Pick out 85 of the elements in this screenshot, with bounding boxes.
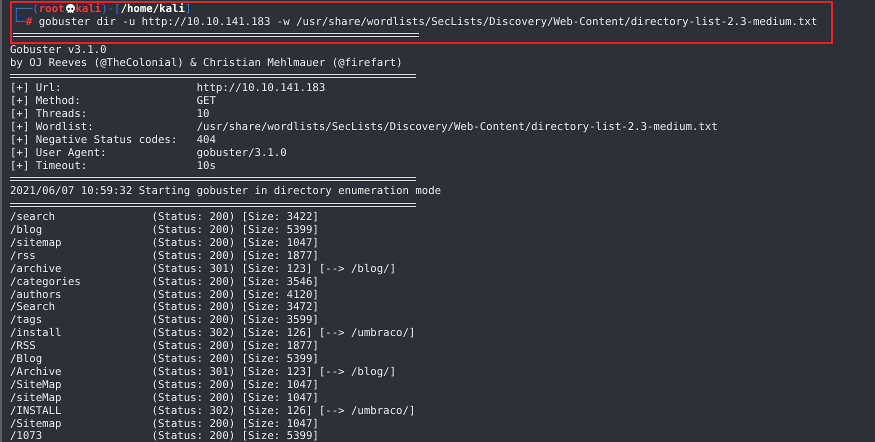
result-size: [Size: 3599]	[242, 314, 319, 328]
result-path: /Archive	[10, 366, 62, 379]
result-size: [Size: 1877]	[242, 340, 319, 354]
result-size: [Size: 3472]	[242, 301, 319, 314]
result-path: /rss	[10, 250, 37, 263]
command-text: gobuster dir -u http://10.10.141.183 -w /usr/share/wordlists/SecLists/Discovery/Web-Content/directory-list-2.3-medium.txt	[38, 16, 818, 29]
result-size: [Size: 5399]	[242, 353, 319, 366]
result-size: [Size: 1047]	[242, 237, 319, 250]
result-redirect: [--> /umbraco/]	[318, 327, 416, 340]
result-status: (Status: 200)	[152, 314, 236, 328]
result-status: (Status: 302)	[152, 327, 236, 340]
result-size: [Size: 3546]	[242, 276, 319, 289]
prompt-frame: └─	[13, 16, 26, 29]
result-size: [Size: 5399]	[242, 224, 319, 238]
setting-value: GET	[196, 95, 216, 108]
result-size: [Size: 4120]	[242, 288, 319, 302]
prompt-user: root	[38, 3, 64, 16]
setting-value: 404	[196, 134, 216, 147]
result-path: /search	[10, 211, 56, 224]
result-path: /1073	[10, 430, 42, 442]
result-status: (Status: 200)	[152, 276, 236, 289]
result-path: /Blog	[10, 353, 44, 366]
result-path: /authors	[10, 288, 62, 302]
setting-value: 10s	[196, 160, 216, 173]
result-size: [Size: 123]	[242, 366, 312, 379]
result-size: [Size: 1877]	[242, 250, 319, 263]
result-path: /SiteMap	[10, 378, 62, 392]
status-message: 2021/06/07 10:59:32 Starting gobuster in directory enumeration mode	[10, 185, 442, 198]
result-path: /blog	[10, 224, 44, 238]
prompt-symbol: #	[26, 16, 32, 29]
result-status: (Status: 200)	[152, 211, 236, 224]
result-size: [Size: 1047]	[242, 392, 319, 405]
result-path: /install	[10, 327, 62, 340]
prompt-frame: ]	[184, 3, 192, 16]
setting-value: 10	[196, 108, 210, 122]
result-path: /siteMap	[10, 392, 62, 405]
prompt-path: /home/kali	[120, 3, 185, 16]
banner-text: Gobuster v3.1.0	[10, 44, 107, 57]
skull-icon	[66, 4, 74, 14]
setting-label: [+] User Agent:	[10, 146, 108, 160]
result-path: /categories	[10, 276, 82, 289]
result-redirect: [--> /umbraco/]	[318, 404, 416, 418]
prompt-host: kali	[76, 3, 102, 16]
result-size: [Size: 1047]	[242, 418, 319, 430]
result-status: (Status: 200)	[152, 340, 236, 354]
setting-label: [+] Method:	[10, 95, 82, 108]
result-status: (Status: 200)	[152, 430, 236, 442]
setting-label: [+] Negative Status codes:	[10, 134, 178, 147]
result-status: (Status: 200)	[152, 392, 236, 405]
result-status: (Status: 301)	[152, 366, 236, 379]
result-status: (Status: 200)	[152, 353, 236, 366]
result-size: [Size: 1047]	[242, 378, 319, 392]
result-status: (Status: 200)	[152, 418, 236, 430]
result-status: (Status: 200)	[152, 224, 236, 238]
setting-label: [+] Threads:	[10, 108, 88, 122]
setting-value: /usr/share/wordlists/SecLists/Discovery/Web-Content/directory-list-2.3-medium.txt	[196, 121, 718, 134]
result-status: (Status: 200)	[152, 378, 236, 392]
setting-value: http://10.10.141.183	[196, 82, 326, 96]
result-path: /tags	[10, 314, 44, 328]
prompt-frame: )-[	[101, 3, 121, 16]
result-size: [Size: 5399]	[242, 430, 319, 442]
result-status: (Status: 301)	[152, 262, 236, 276]
banner-text: by OJ Reeves (@TheColonial) & Christian Mehlmauer (@firefart)	[10, 56, 402, 70]
result-size: [Size: 123]	[242, 262, 312, 276]
result-path: /archive	[10, 262, 62, 276]
result-size: [Size: 126]	[242, 404, 312, 418]
result-path: /RSS	[10, 340, 37, 354]
result-path: /Search	[10, 301, 56, 314]
setting-label: [+] Wordlist:	[10, 121, 95, 134]
result-status: (Status: 200)	[152, 237, 236, 250]
prompt-frame: ┌──(	[13, 3, 39, 16]
result-status: (Status: 302)	[152, 404, 236, 418]
result-path: /sitemap	[10, 237, 62, 250]
setting-label: [+] Url:	[10, 82, 62, 96]
result-path: /Sitemap	[10, 418, 62, 430]
result-status: (Status: 200)	[152, 288, 236, 302]
result-redirect: [--> /blog/]	[318, 262, 396, 276]
result-size: [Size: 126]	[242, 327, 312, 340]
setting-label: [+] Timeout:	[10, 160, 88, 173]
setting-value: gobuster/3.1.0	[196, 146, 287, 160]
result-size: [Size: 3422]	[242, 211, 319, 224]
result-redirect: [--> /blog/]	[318, 366, 396, 379]
result-status: (Status: 200)	[152, 301, 236, 314]
result-status: (Status: 200)	[152, 250, 236, 263]
result-path: /INSTALL	[10, 404, 62, 418]
